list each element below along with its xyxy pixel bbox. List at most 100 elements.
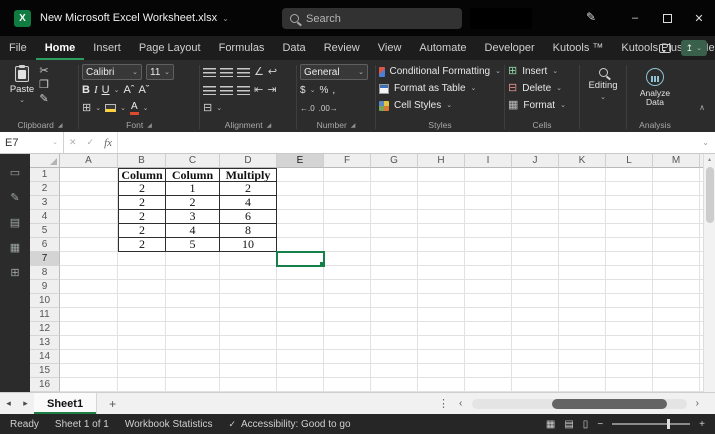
cell-A16[interactable]	[60, 378, 118, 392]
currency-icon[interactable]: $	[300, 85, 306, 96]
copy-icon[interactable]: ❐	[39, 79, 49, 92]
dialog-launcher-icon[interactable]: ◢	[267, 122, 272, 129]
tab-review[interactable]: Review	[315, 36, 369, 60]
kutools-pane-icon-1[interactable]: ▭	[10, 168, 20, 179]
cell-L13[interactable]	[606, 336, 653, 350]
cell-J3[interactable]	[512, 196, 559, 210]
row-header-12[interactable]: 12	[30, 322, 60, 336]
cell-K14[interactable]	[559, 350, 606, 364]
cell-M3[interactable]	[653, 196, 700, 210]
cell-L14[interactable]	[606, 350, 653, 364]
formula-bar-expand-icon[interactable]: ⌄	[702, 139, 709, 147]
cell-L16[interactable]	[606, 378, 653, 392]
cell-F11[interactable]	[324, 308, 371, 322]
cell-M10[interactable]	[653, 294, 700, 308]
cell-G4[interactable]	[371, 210, 418, 224]
zoom-slider-thumb[interactable]	[667, 419, 671, 429]
column-header-E[interactable]: E	[277, 154, 324, 168]
cell-K6[interactable]	[559, 238, 606, 252]
cell-C10[interactable]	[166, 294, 220, 308]
cell-M4[interactable]	[653, 210, 700, 224]
cell-C3[interactable]: 2	[166, 196, 220, 210]
cell-B1[interactable]: Column I	[118, 168, 166, 182]
cell-G16[interactable]	[371, 378, 418, 392]
cell-E12[interactable]	[277, 322, 324, 336]
cell-E7[interactable]	[276, 251, 325, 267]
cell-B15[interactable]	[118, 364, 166, 378]
italic-button[interactable]: I	[94, 84, 98, 97]
cell-J6[interactable]	[512, 238, 559, 252]
cell-I4[interactable]	[465, 210, 512, 224]
cell-I7[interactable]	[465, 252, 512, 266]
cell-J15[interactable]	[512, 364, 559, 378]
cell-H16[interactable]	[418, 378, 465, 392]
cell-M14[interactable]	[653, 350, 700, 364]
cell-B8[interactable]	[118, 266, 166, 280]
horizontal-scrollbar[interactable]	[472, 399, 687, 409]
column-header-F[interactable]: F	[324, 154, 371, 168]
cell-K3[interactable]	[559, 196, 606, 210]
cell-F4[interactable]	[324, 210, 371, 224]
cell-G6[interactable]	[371, 238, 418, 252]
name-box[interactable]: E7 ⌄	[0, 132, 64, 153]
cell-styles-button[interactable]: Cell Styles ⌄	[379, 97, 501, 114]
cell-L1[interactable]	[606, 168, 653, 182]
cell-M15[interactable]	[653, 364, 700, 378]
cell-M9[interactable]	[653, 280, 700, 294]
enter-icon[interactable]: ✓	[87, 137, 95, 148]
search-input[interactable]: Search	[282, 8, 462, 29]
cell-H1[interactable]	[418, 168, 465, 182]
cell-A1[interactable]	[60, 168, 118, 182]
formula-input[interactable]	[117, 132, 696, 153]
dialog-launcher-icon[interactable]: ◢	[58, 122, 63, 129]
row-header-3[interactable]: 3	[30, 196, 60, 210]
tab-automate[interactable]: Automate	[410, 36, 475, 60]
zoom-out-icon[interactable]: −	[597, 419, 603, 430]
cell-G12[interactable]	[371, 322, 418, 336]
cell-I13[interactable]	[465, 336, 512, 350]
cell-K11[interactable]	[559, 308, 606, 322]
grow-font-button[interactable]: Aˆ	[123, 84, 134, 97]
cell-H13[interactable]	[418, 336, 465, 350]
column-header-A[interactable]: A	[60, 154, 118, 168]
tab-page-layout[interactable]: Page Layout	[130, 36, 210, 60]
cell-L5[interactable]	[606, 224, 653, 238]
cell-K5[interactable]	[559, 224, 606, 238]
next-sheet-icon[interactable]: ▸	[17, 398, 34, 409]
cell-H12[interactable]	[418, 322, 465, 336]
cell-H8[interactable]	[418, 266, 465, 280]
align-right-icon[interactable]	[237, 85, 250, 95]
row-header-16[interactable]: 16	[30, 378, 60, 392]
bold-button[interactable]: B	[82, 84, 90, 97]
tab-data[interactable]: Data	[273, 36, 314, 60]
cell-D13[interactable]	[220, 336, 277, 350]
cell-K8[interactable]	[559, 266, 606, 280]
format-painter-icon[interactable]: ✎	[39, 93, 48, 106]
kutools-pane-icon-4[interactable]: ▦	[10, 243, 20, 254]
cell-F7[interactable]	[324, 252, 371, 266]
tab-insert[interactable]: Insert	[84, 36, 130, 60]
delete-button[interactable]: ⊟ Delete ⌄	[508, 80, 576, 97]
cell-G2[interactable]	[371, 182, 418, 196]
cell-H6[interactable]	[418, 238, 465, 252]
cell-F5[interactable]	[324, 224, 371, 238]
column-header-B[interactable]: B	[118, 154, 166, 168]
cell-G8[interactable]	[371, 266, 418, 280]
add-sheet-button[interactable]: +	[109, 397, 116, 411]
cell-G15[interactable]	[371, 364, 418, 378]
hscroll-right-icon[interactable]: ›	[696, 398, 699, 409]
cell-J2[interactable]	[512, 182, 559, 196]
comma-style-icon[interactable]: ,	[332, 85, 335, 96]
orientation-icon[interactable]: ∠	[254, 66, 264, 79]
cell-G10[interactable]	[371, 294, 418, 308]
tab-home[interactable]: Home	[36, 36, 85, 60]
cell-L9[interactable]	[606, 280, 653, 294]
cell-A4[interactable]	[60, 210, 118, 224]
cell-H3[interactable]	[418, 196, 465, 210]
cell-F13[interactable]	[324, 336, 371, 350]
cell-B13[interactable]	[118, 336, 166, 350]
cell-I12[interactable]	[465, 322, 512, 336]
cell-H11[interactable]	[418, 308, 465, 322]
row-header-8[interactable]: 8	[30, 266, 60, 280]
sheet-options-icon[interactable]: ⋮	[438, 397, 449, 410]
